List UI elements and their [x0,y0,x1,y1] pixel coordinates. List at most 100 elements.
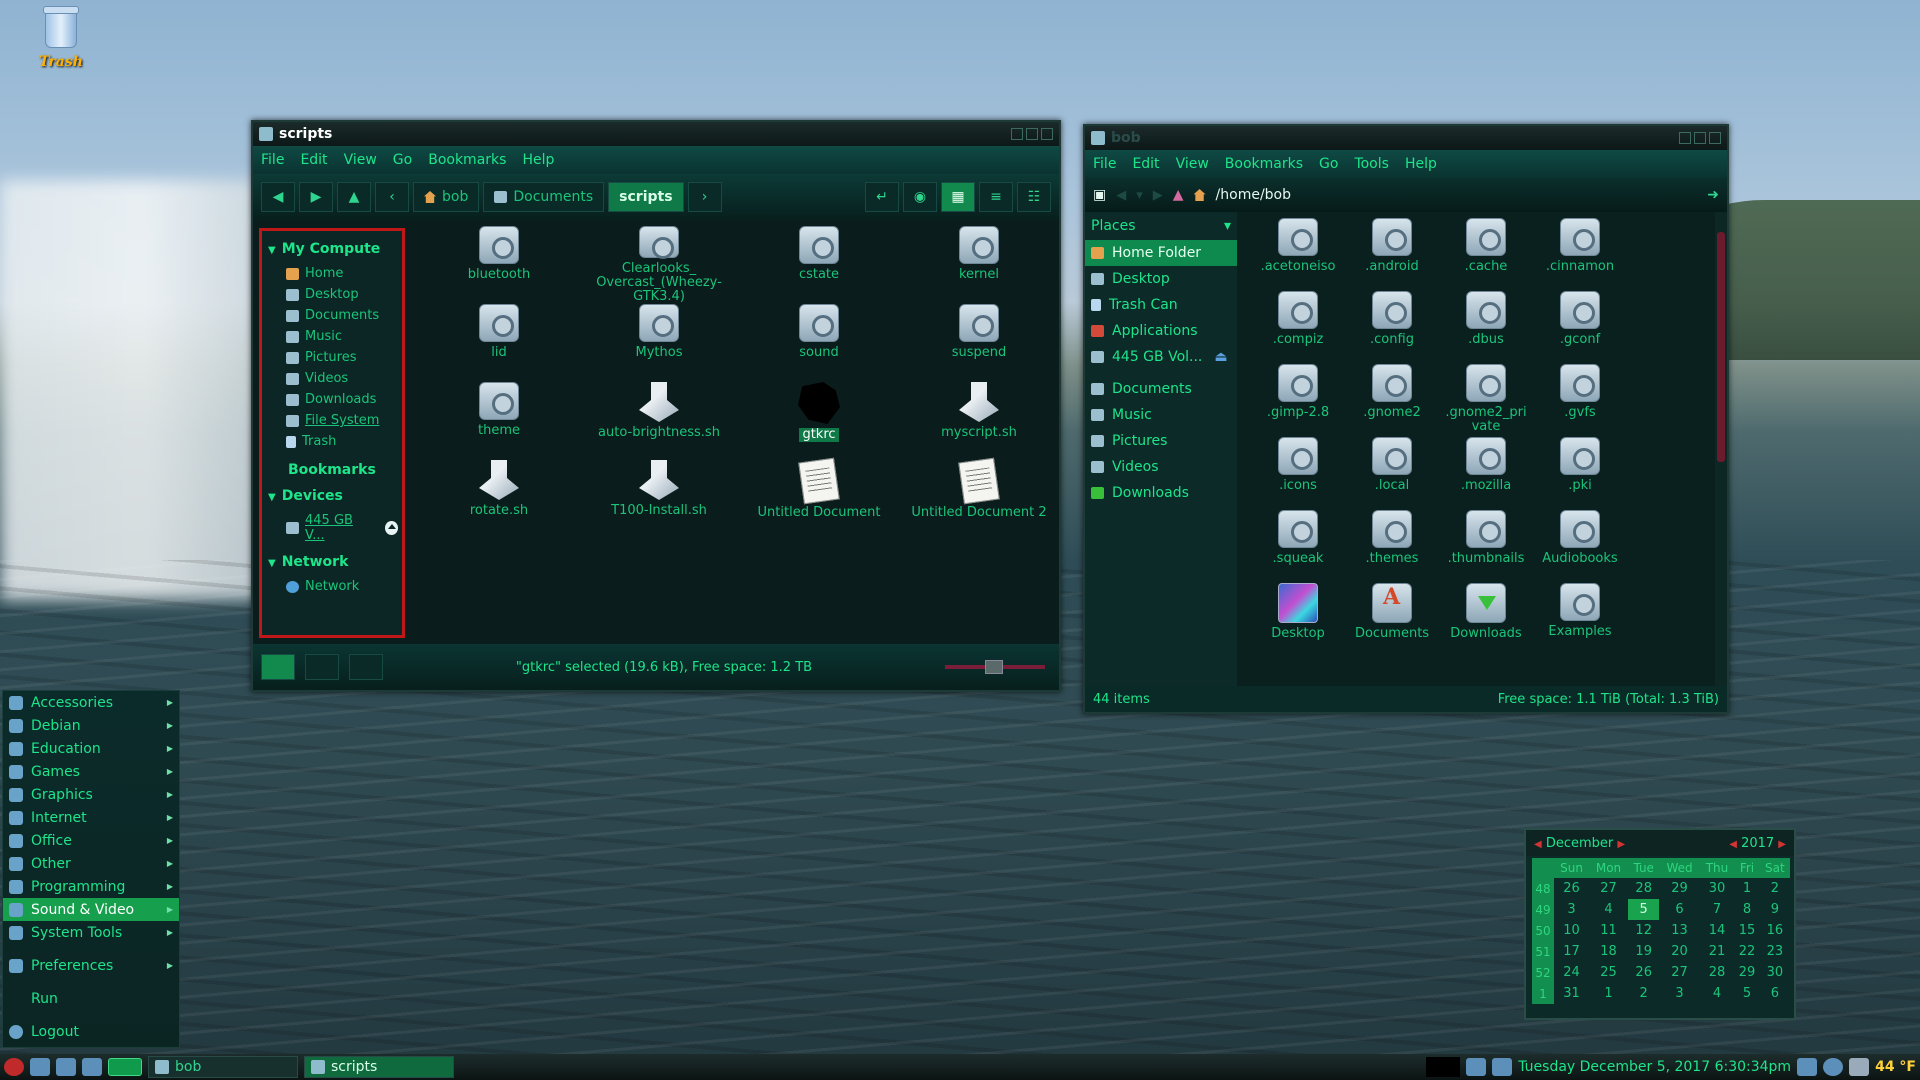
forward-button[interactable]: ▶ [1153,188,1163,203]
titlebar[interactable]: scripts [253,122,1059,146]
sidebar-item-documents[interactable]: Documents [266,305,398,326]
back-button[interactable]: ◀ [261,182,295,212]
calendar-day[interactable]: 15 [1734,920,1759,941]
open-terminal-button[interactable]: ↵ [865,182,899,212]
menu-item-run[interactable]: Run [3,987,179,1010]
clock[interactable]: Tuesday December 5, 2017 6:30:34pm [1518,1059,1791,1075]
menu-file[interactable]: File [1093,156,1116,172]
place-applications[interactable]: Applications [1085,318,1237,344]
show-places-button[interactable] [261,654,295,680]
file-item[interactable]: .gconf [1533,291,1627,364]
file-manager-icon[interactable] [82,1058,102,1076]
menu-item-preferences[interactable]: Preferences ▶ [3,954,179,977]
up-icon[interactable]: ▲ [1173,187,1184,203]
file-item[interactable]: Examples [1533,583,1627,656]
file-item[interactable]: .icons [1251,437,1345,510]
place-documents[interactable]: Documents [1085,376,1237,402]
maximize-button[interactable] [1026,128,1038,140]
calendar-day[interactable]: 9 [1760,899,1790,920]
calendar-day[interactable]: 21 [1700,941,1735,962]
desktop-trash[interactable]: Trash [30,6,92,70]
file-item[interactable]: Untitled Document 2 [899,457,1059,538]
calendar-day[interactable]: 2 [1628,983,1659,1004]
file-item[interactable]: Desktop [1251,583,1345,656]
menu-view[interactable]: View [344,152,377,168]
file-item[interactable]: .pki [1533,437,1627,510]
calendar-day[interactable]: 24 [1554,962,1589,983]
calendar-day[interactable]: 14 [1700,920,1735,941]
crumb-documents[interactable]: Documents [483,182,605,212]
minimize-button[interactable] [1011,128,1023,140]
task-scripts[interactable]: scripts [304,1056,454,1078]
task-bob[interactable]: bob [148,1056,298,1078]
file-item[interactable]: T100-Install.sh [579,460,739,538]
file-item[interactable]: .themes [1345,510,1439,583]
file-item[interactable]: .mozilla [1439,437,1533,510]
calendar-day[interactable]: 11 [1589,920,1628,941]
file-manager-window-scripts[interactable]: scripts File Edit View Go Bookmarks Help… [251,120,1061,692]
calendar-day[interactable]: 4 [1700,983,1735,1004]
file-item[interactable]: Downloads [1439,583,1533,656]
file-item[interactable]: kernel [899,226,1059,304]
sidebar-item-music[interactable]: Music [266,326,398,347]
file-item[interactable]: .local [1345,437,1439,510]
calendar-day[interactable]: 17 [1554,941,1589,962]
sidebar-item-file-system[interactable]: File System [266,410,398,431]
network-icon[interactable] [1466,1058,1487,1076]
file-item[interactable]: .thumbnails [1439,510,1533,583]
menu-item[interactable]: System Tools ▶ [3,921,179,944]
file-item[interactable]: cstate [739,226,899,304]
calendar-day[interactable]: 27 [1659,962,1699,983]
calendar-day[interactable]: 6 [1760,983,1790,1004]
calendar-day[interactable]: 30 [1700,878,1735,899]
back-button[interactable]: ◀ [1116,188,1126,203]
place-volume[interactable]: 445 GB Vol... ⏏ [1085,344,1237,370]
menu-item[interactable]: Other ▶ [3,852,179,875]
workspace-switcher[interactable] [108,1058,142,1076]
calendar-day[interactable]: 6 [1659,899,1699,920]
calendar-day[interactable]: 29 [1659,878,1699,899]
scrollbar-thumb[interactable] [1717,232,1725,462]
menu-item[interactable]: Programming ▶ [3,875,179,898]
go-arrow-icon[interactable]: ➜ [1707,187,1719,203]
calendar-day[interactable]: 1 [1589,983,1628,1004]
file-item[interactable]: Audiobooks [1533,510,1627,583]
show-tree-button[interactable] [305,654,339,680]
file-item[interactable]: .gnome2_pri vate [1439,364,1533,437]
calendar-day[interactable]: 31 [1554,983,1589,1004]
start-button-icon[interactable] [4,1058,24,1076]
zoom-slider-knob[interactable] [985,660,1003,674]
file-item[interactable]: lid [419,304,579,382]
file-item[interactable]: .android [1345,218,1439,291]
file-item[interactable]: .gnome2 [1345,364,1439,437]
zoom-slider[interactable] [945,660,1045,674]
file-item[interactable]: .gimp-2.8 [1251,364,1345,437]
calendar-day[interactable]: 26 [1628,962,1659,983]
menu-item-logout[interactable]: Logout [3,1020,179,1043]
display-icon[interactable] [1797,1058,1818,1076]
vertical-scrollbar[interactable] [1715,212,1727,686]
file-item[interactable]: Mythos [579,304,739,382]
file-item[interactable]: Clearlooks_ Overcast_(Wheezy-GTK3.4) [579,226,739,304]
minimize-button[interactable] [1679,132,1691,144]
calendar-day[interactable]: 19 [1628,941,1659,962]
sidebar-item-pictures[interactable]: Pictures [266,347,398,368]
calendar-day[interactable]: 29 [1734,962,1759,983]
menu-view[interactable]: View [1176,156,1209,172]
sidebar-item-network[interactable]: Network [266,576,398,597]
place-home-folder[interactable]: Home Folder [1085,240,1237,266]
place-pictures[interactable]: Pictures [1085,428,1237,454]
file-item[interactable]: .squeak [1251,510,1345,583]
calendar-day[interactable]: 2 [1760,878,1790,899]
section-my-computer[interactable]: ▼ My Compute [268,241,398,257]
path-field[interactable]: /home/bob [1216,187,1698,203]
menu-go[interactable]: Go [1319,156,1338,172]
file-item[interactable]: sound [739,304,899,382]
file-item[interactable]: bluetooth [419,226,579,304]
titlebar[interactable]: bob [1085,126,1727,150]
menu-item[interactable]: Graphics ▶ [3,783,179,806]
file-item[interactable]: .dbus [1439,291,1533,364]
file-item[interactable]: theme [419,382,579,460]
calendar-day[interactable]: 28 [1628,878,1659,899]
section-bookmarks[interactable]: Bookmarks [268,462,398,478]
